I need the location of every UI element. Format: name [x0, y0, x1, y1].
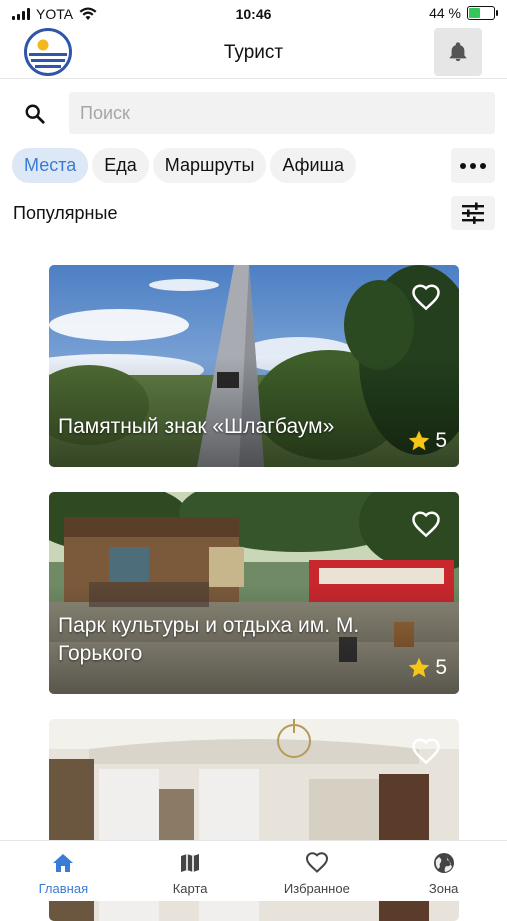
battery-icon — [467, 6, 498, 20]
image-overlay — [49, 357, 459, 467]
rating-value: 5 — [435, 656, 447, 679]
rating: 5 — [407, 656, 447, 680]
notifications-button[interactable] — [434, 28, 482, 76]
home-icon — [53, 854, 74, 872]
nav-label: Зона — [428, 881, 459, 896]
tab-events[interactable]: Афиша — [270, 148, 356, 183]
place-card[interactable]: Парк культуры и отдыха им. М. Горького 5 — [49, 492, 459, 694]
app-header: Турист — [0, 28, 507, 79]
star-icon — [409, 657, 430, 678]
status-bar: YOTA 10:46 44 % — [0, 0, 507, 28]
heart-icon — [305, 852, 328, 873]
favorite-heart-icon[interactable] — [411, 737, 441, 767]
more-dot-icon — [460, 162, 466, 169]
favorite-heart-icon[interactable] — [411, 510, 441, 540]
search-icon — [25, 104, 45, 124]
bottom-navigation: Главная Карта Избранное Зона — [0, 840, 507, 901]
nav-label: Карта — [172, 881, 208, 896]
map-icon — [181, 854, 200, 872]
battery-percent: 44 % — [429, 5, 461, 21]
nav-home[interactable]: Главная — [0, 841, 127, 901]
nav-zone[interactable]: Зона — [380, 841, 507, 901]
star-icon — [409, 430, 430, 451]
nav-label: Избранное — [283, 881, 350, 896]
more-dot-icon — [480, 162, 486, 169]
nav-map[interactable]: Карта — [127, 841, 254, 901]
rating-value: 5 — [435, 429, 447, 452]
sliders-icon — [462, 202, 484, 224]
nav-label: Главная — [38, 881, 89, 896]
category-tabs: Места Еда Маршруты Афиша — [12, 148, 356, 183]
page-title: Турист — [223, 42, 284, 63]
bell-icon — [449, 42, 467, 62]
place-name: Парк культуры и отдыха им. М. Горького — [58, 614, 360, 665]
more-dot-icon — [470, 162, 476, 169]
favorite-heart-icon[interactable] — [411, 283, 441, 313]
nav-favorites[interactable]: Избранное — [254, 841, 381, 901]
more-button[interactable] — [451, 148, 495, 183]
tab-routes[interactable]: Маршруты — [152, 148, 267, 183]
tab-food[interactable]: Еда — [92, 148, 149, 183]
place-card[interactable]: Памятный знак «Шлагбаум» 5 — [49, 265, 459, 467]
filter-button[interactable] — [451, 196, 495, 230]
section-title: Популярные — [13, 203, 118, 223]
rating: 5 — [407, 429, 447, 453]
globe-icon — [433, 853, 454, 873]
search-input[interactable] — [69, 92, 495, 134]
place-name: Памятный знак «Шлагбаум» — [58, 415, 335, 438]
tab-places[interactable]: Места — [12, 148, 89, 183]
